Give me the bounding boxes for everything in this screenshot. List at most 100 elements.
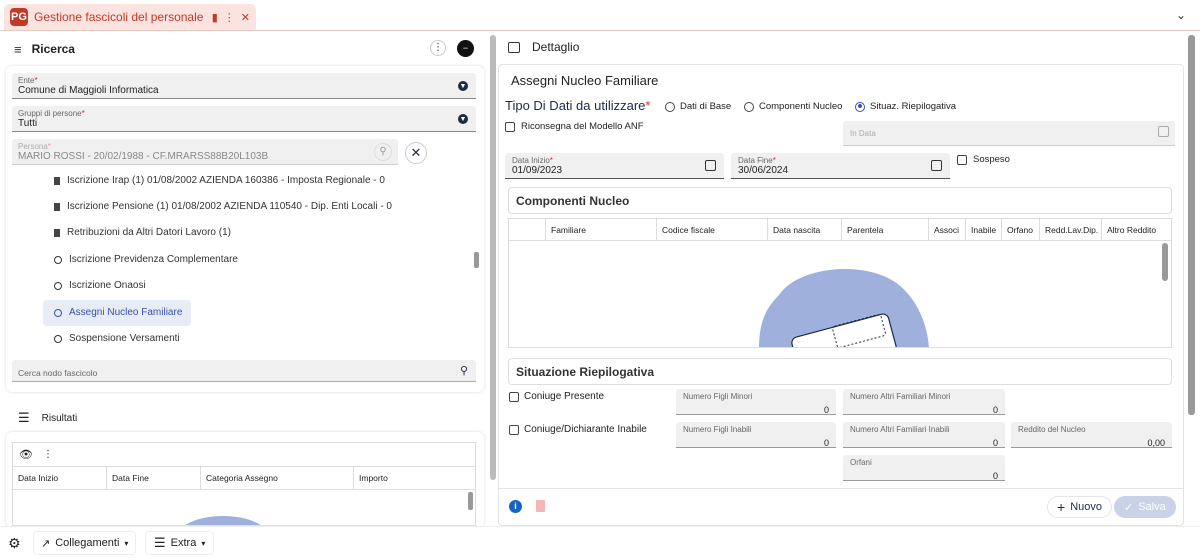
- tree-item-selected[interactable]: Assegni Nucleo Familiare: [54, 307, 182, 318]
- col-data-inizio[interactable]: Data Inizio: [13, 467, 107, 489]
- col-altro-reddito[interactable]: Altro Reddito: [1102, 219, 1171, 241]
- altri-minori-field[interactable]: Numero Altri Familiari Minori 0: [843, 389, 1005, 415]
- orfani-label: Orfani: [850, 458, 872, 467]
- figli-minori-field[interactable]: Numero Figli Minori 0: [676, 389, 836, 415]
- col-data-fine[interactable]: Data Fine: [107, 467, 201, 489]
- footer-bar: ⚙ ↗ Collegamenti ▾ ☰ Extra ▾: [0, 526, 1200, 559]
- empty-illustration: [178, 516, 268, 525]
- more-vert-icon[interactable]: ⋮: [224, 11, 235, 24]
- col-familiare[interactable]: Familiare: [546, 219, 657, 241]
- orfani-field[interactable]: Orfani 0: [843, 455, 1005, 481]
- radio-label: Componenti Nucleo: [759, 101, 843, 112]
- tree-item[interactable]: Iscrizione Onaosi: [54, 280, 146, 291]
- cerca-nodo-placeholder: Cerca nodo fascicolo: [18, 368, 98, 378]
- more-vert-icon[interactable]: ⋮: [430, 40, 446, 56]
- gruppi-field[interactable]: Gruppi di persone* Tutti ▼: [12, 106, 476, 132]
- coniuge-inabile-checkbox[interactable]: Coniuge/Dichiarante Inabile: [509, 424, 647, 435]
- col-inabile[interactable]: Inabile: [966, 219, 1002, 241]
- calendar-icon[interactable]: [705, 160, 716, 171]
- collapse-icon[interactable]: −: [457, 40, 474, 57]
- search-icon[interactable]: ⚲: [460, 364, 468, 377]
- circle-icon: [54, 255, 62, 264]
- riconsegna-checkbox[interactable]: Riconsegna del Modello ANF: [505, 121, 644, 132]
- in-data-label: In Data: [850, 129, 876, 138]
- checkbox-icon[interactable]: [509, 391, 519, 402]
- doc-icon: [54, 202, 60, 211]
- data-inizio-field[interactable]: Data Inizio* 01/09/2023: [505, 153, 724, 179]
- chevron-down-icon[interactable]: ⌄: [1176, 8, 1186, 22]
- figli-minori-label: Numero Figli Minori: [683, 392, 753, 401]
- tree-item[interactable]: Iscrizione Pensione (1) 01/08/2002 AZIEN…: [54, 201, 392, 212]
- sospeso-label: Sospeso: [973, 154, 1010, 165]
- eye-icon[interactable]: 👁: [19, 448, 33, 461]
- checkbox-icon[interactable]: [505, 121, 515, 132]
- col-redd-lav-dip[interactable]: Redd.Lav.Dip.: [1040, 219, 1102, 241]
- col-parentela[interactable]: Parentela: [842, 219, 929, 241]
- tree-item[interactable]: Sospensione Versamenti: [54, 333, 180, 344]
- col-data-nascita[interactable]: Data nascita: [768, 219, 842, 241]
- scrollbar[interactable]: [468, 492, 473, 510]
- persona-field[interactable]: Persona* MARIO ROSSI - 20/02/1988 - CF.M…: [12, 139, 398, 165]
- dropdown-icon[interactable]: ▼: [458, 81, 468, 91]
- radio-label: Situaz. Riepilogativa: [870, 101, 957, 112]
- tree-item[interactable]: Iscrizione Previdenza Complementare: [54, 254, 238, 265]
- altri-inabili-value: 0: [992, 438, 998, 448]
- col-associ[interactable]: Associ: [929, 219, 966, 241]
- dropdown-icon[interactable]: ▼: [458, 114, 468, 124]
- col-categoria[interactable]: Categoria Assegno: [201, 467, 354, 489]
- radio-dati-base[interactable]: Dati di Base: [665, 101, 731, 112]
- delete-icon[interactable]: [536, 500, 545, 512]
- in-data-field[interactable]: In Data: [843, 121, 1175, 146]
- salva-label: Salva: [1138, 501, 1166, 513]
- figli-inabili-field[interactable]: Numero Figli Inabili 0: [676, 422, 836, 448]
- radio-situaz-riepilogativa[interactable]: Situaz. Riepilogativa: [855, 101, 956, 112]
- tree-item-label: Assegni Nucleo Familiare: [69, 307, 183, 318]
- close-icon[interactable]: ✕: [241, 11, 250, 24]
- dettaglio-title: Dettaglio: [532, 40, 580, 54]
- scrollbar[interactable]: [474, 252, 479, 268]
- collegamenti-button[interactable]: ↗ Collegamenti ▾: [33, 531, 137, 555]
- coniuge-presente-checkbox[interactable]: Coniuge Presente: [509, 391, 604, 402]
- col-importo[interactable]: Importo: [354, 467, 475, 489]
- ricerca-title: Ricerca: [31, 42, 75, 56]
- tab-bar: PG Gestione fascicoli del personale ▮ ⋮ …: [0, 0, 1200, 31]
- componenti-table-header: Familiare Codice fiscale Data nascita Pa…: [509, 219, 1171, 241]
- checkbox-icon[interactable]: [509, 424, 519, 435]
- search-icon[interactable]: ⚲: [374, 143, 392, 161]
- ente-field[interactable]: Ente* Comune di Maggioli Informatica ▼: [12, 73, 476, 99]
- tab-gestione-fascicoli[interactable]: PG Gestione fascicoli del personale ▮ ⋮ …: [4, 4, 256, 30]
- radio-icon[interactable]: [744, 101, 754, 112]
- info-icon[interactable]: i: [509, 500, 522, 513]
- tree-item-label: Iscrizione Pensione (1) 01/08/2002 AZIEN…: [67, 201, 392, 212]
- col-codice-fiscale[interactable]: Codice fiscale: [657, 219, 768, 241]
- gear-icon[interactable]: ⚙: [8, 535, 21, 552]
- altri-inabili-field[interactable]: Numero Altri Familiari Inabili 0: [843, 422, 1005, 448]
- radio-icon[interactable]: [665, 101, 675, 112]
- col-orfano[interactable]: Orfano: [1002, 219, 1040, 241]
- radio-selected-icon[interactable]: [855, 101, 865, 112]
- scrollbar[interactable]: [1188, 35, 1195, 415]
- calendar-icon[interactable]: [1158, 126, 1169, 137]
- nuovo-button[interactable]: + Nuovo: [1047, 496, 1112, 518]
- checkbox-icon[interactable]: [957, 154, 967, 165]
- cerca-nodo-field[interactable]: Cerca nodo fascicolo ⚲: [12, 360, 476, 382]
- more-vert-icon[interactable]: ⋮: [43, 449, 53, 460]
- scrollbar[interactable]: [1162, 243, 1168, 281]
- tree-item[interactable]: Iscrizione Irap (1) 01/08/2002 AZIENDA 1…: [54, 175, 385, 186]
- salva-button[interactable]: ✓ Salva: [1114, 496, 1176, 518]
- extra-button[interactable]: ☰ Extra ▾: [145, 531, 215, 555]
- reddito-nucleo-field[interactable]: Reddito del Nucleo 0,00: [1011, 422, 1172, 448]
- tree-item[interactable]: Retribuzioni da Altri Datori Lavoro (1): [54, 227, 231, 238]
- figli-minori-value: 0: [823, 405, 829, 415]
- calendar-icon[interactable]: [931, 160, 942, 171]
- altri-inabili-label: Numero Altri Familiari Inabili: [850, 425, 950, 434]
- componenti-title: Componenti Nucleo: [516, 194, 630, 208]
- clear-person-button[interactable]: ✕: [405, 142, 427, 164]
- radio-componenti-nucleo[interactable]: Componenti Nucleo: [744, 101, 842, 112]
- sospeso-checkbox[interactable]: Sospeso: [957, 154, 1010, 165]
- doc-icon: [54, 228, 60, 237]
- bookmark-icon[interactable]: ▮: [212, 11, 218, 24]
- panel-splitter[interactable]: [490, 35, 496, 480]
- figli-inabili-label: Numero Figli Inabili: [683, 425, 752, 434]
- data-fine-field[interactable]: Data Fine* 30/06/2024: [731, 153, 950, 179]
